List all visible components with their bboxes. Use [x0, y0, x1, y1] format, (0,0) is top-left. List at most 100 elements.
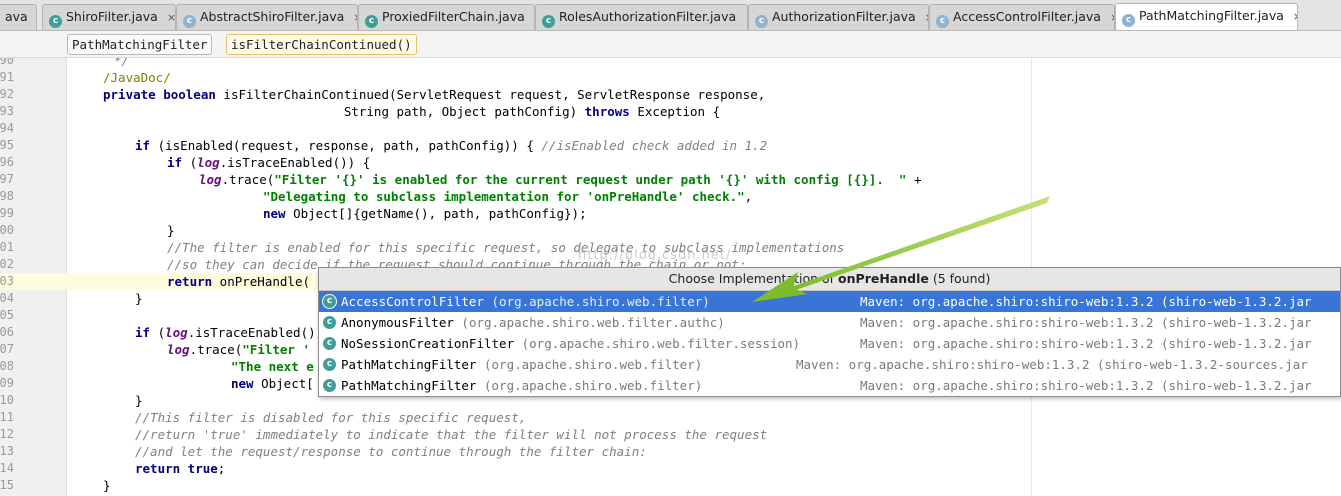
implementation-item[interactable]: c AnonymousFilter (org.apache.shiro.web.… [319, 312, 1340, 333]
implementation-location: Maven: org.apache.shiro:shiro-web:1.3.2 … [860, 315, 1312, 330]
code-segment: , [744, 189, 753, 204]
keyword: if [135, 325, 151, 340]
editor-tab[interactable]: cAccessControlFilter.java× [929, 4, 1115, 30]
comment: //and let the request/response to contin… [135, 444, 647, 459]
tab-label: ava [5, 9, 28, 24]
popup-title-count: (5 found) [928, 271, 991, 286]
code-line: 113 //and let the request/response to co… [0, 443, 1341, 460]
close-tab-icon[interactable]: × [1293, 5, 1297, 29]
implementation-package: (org.apache.shiro.web.filter.session) [521, 336, 801, 351]
implementation-name-wrap: AccessControlFilter (org.apache.shiro.we… [341, 291, 710, 312]
code-text: */ [114, 58, 130, 68]
breadcrumb-class[interactable]: PathMatchingFilter [67, 34, 213, 55]
code-text: } [135, 291, 143, 306]
comment: //return 'true' immediately to indicate … [135, 427, 768, 442]
code-segment: .trace( [221, 172, 275, 187]
implementation-item[interactable]: c PathMatchingFilter (org.apache.shiro.w… [319, 375, 1340, 396]
keyword: new [263, 206, 286, 221]
comment: //isEnabled check added in 1.2 [541, 138, 768, 153]
abstract-class-icon: c [1122, 14, 1135, 27]
implementation-location: Maven: org.apache.shiro:shiro-web:1.3.2 … [860, 378, 1312, 393]
code-segment: Exception { [629, 104, 721, 119]
line-number: 92 [0, 87, 14, 101]
breadcrumb: PathMatchingFilter isFilterChainContinue… [0, 31, 1341, 58]
comment: //This filter is disabled for this speci… [135, 410, 527, 425]
line-number: 112 [0, 427, 14, 441]
code-text: new Object[ [231, 375, 314, 392]
field-reference: log [167, 342, 190, 357]
implementation-name: PathMatchingFilter [341, 378, 477, 393]
keyword: throws [584, 104, 630, 119]
code-text: "Delegating to subclass implementation f… [263, 188, 752, 205]
code-text: } [135, 393, 143, 408]
line-number: 95 [0, 138, 14, 152]
line-number: 100 [0, 223, 14, 237]
line-number: 98 [0, 189, 14, 203]
implementation-name: NoSessionCreationFilter [341, 336, 515, 351]
editor-tab[interactable]: cAuthorizationFilter.java× [748, 4, 929, 30]
code-text: log.trace("Filter ' [167, 341, 310, 358]
close-tab-icon[interactable]: × [167, 6, 175, 30]
popup-title-prefix: Choose Implementation of [668, 271, 839, 286]
line-number: 108 [0, 359, 14, 373]
code-segment: String path, Object pathConfig) [103, 104, 585, 119]
implementation-package: (org.apache.shiro.web.filter.authc) [461, 315, 725, 330]
line-number: 94 [0, 121, 14, 135]
editor-tab[interactable]: cRolesAuthorizationFilter.java× [535, 4, 748, 30]
line-number: 115 [0, 478, 14, 492]
implementation-item[interactable]: c NoSessionCreationFilter (org.apache.sh… [319, 333, 1340, 354]
line-number: 102 [0, 257, 14, 271]
code-text: if (isEnabled(request, response, path, p… [135, 137, 767, 154]
abstract-class-icon: c [323, 379, 336, 392]
code-line: 114 return true; [0, 460, 1341, 477]
editor-tab[interactable]: ava× [0, 4, 37, 30]
implementation-item[interactable]: c AccessControlFilter (org.apache.shiro.… [319, 291, 1340, 312]
class-icon: c [542, 15, 555, 28]
popup-title: Choose Implementation of onPreHandle (5 … [319, 268, 1340, 291]
code-line: 90 */ [0, 58, 1341, 69]
code-segment: ( [182, 155, 198, 170]
string-literal: "The next e [231, 359, 314, 374]
class-icon: c [323, 337, 336, 350]
implementation-name: PathMatchingFilter [341, 357, 477, 372]
string-literal: "Delegating to subclass implementation f… [263, 189, 745, 204]
code-segment: .isTraceEnabled()) { [187, 325, 339, 340]
code-text: if (log.isTraceEnabled()) { [135, 324, 338, 341]
code-segment: isFilterChainContinued(ServletRequest re… [215, 87, 766, 102]
tab-label: PathMatchingFilter.java [1139, 8, 1284, 23]
code-segment: ( [150, 325, 166, 340]
implementation-item[interactable]: c PathMatchingFilter (org.apache.shiro.w… [319, 354, 1340, 375]
comment: //The filter is enabled for this specifi… [167, 240, 845, 255]
line-number: 103 [0, 274, 14, 288]
tab-label: AbstractShiroFilter.java [200, 9, 345, 24]
string-literal: "Filter ' [242, 342, 310, 357]
implementation-package: (org.apache.shiro.web.filter) [491, 294, 710, 309]
class-icon: c [323, 316, 336, 329]
editor-tab-active[interactable]: c PathMatchingFilter.java × [1115, 3, 1298, 30]
breadcrumb-method[interactable]: isFilterChainContinued() [226, 34, 417, 55]
line-number: 90 [0, 58, 14, 67]
field-reference: log [165, 325, 188, 340]
implementation-location: Maven: org.apache.shiro:shiro-web:1.3.2 … [860, 336, 1312, 351]
line-number: 107 [0, 342, 14, 356]
editor-tab[interactable]: c ShiroFilter.java × [42, 4, 176, 30]
tab-label: RolesAuthorizationFilter.java [559, 9, 737, 24]
implementation-name-wrap: NoSessionCreationFilter (org.apache.shir… [341, 333, 800, 354]
line-number: 91 [0, 70, 14, 84]
tab-label: ShiroFilter.java [66, 9, 158, 24]
code-line: 92 private boolean isFilterChainContinue… [0, 86, 1341, 103]
code-line: 100 } [0, 222, 1341, 239]
implementation-location: Maven: org.apache.shiro:shiro-web:1.3.2 … [796, 357, 1308, 372]
editor-tab[interactable]: cAbstractShiroFilter.java× [176, 4, 358, 30]
popup-title-method: onPreHandle [838, 271, 929, 286]
line-number: 106 [0, 325, 14, 339]
implementation-name-wrap: PathMatchingFilter (org.apache.shiro.web… [341, 354, 702, 375]
code-text: return true; [135, 460, 225, 477]
code-line: 97 log.trace("Filter '{}' is enabled for… [0, 171, 1341, 188]
code-text: String path, Object pathConfig) throws E… [103, 103, 720, 120]
keyword: new [231, 376, 254, 391]
line-number: 111 [0, 410, 14, 424]
code-text: private boolean isFilterChainContinued(S… [103, 86, 765, 103]
editor-tab[interactable]: cProxiedFilterChain.java× [358, 4, 535, 30]
implementation-name: AccessControlFilter [341, 294, 484, 309]
